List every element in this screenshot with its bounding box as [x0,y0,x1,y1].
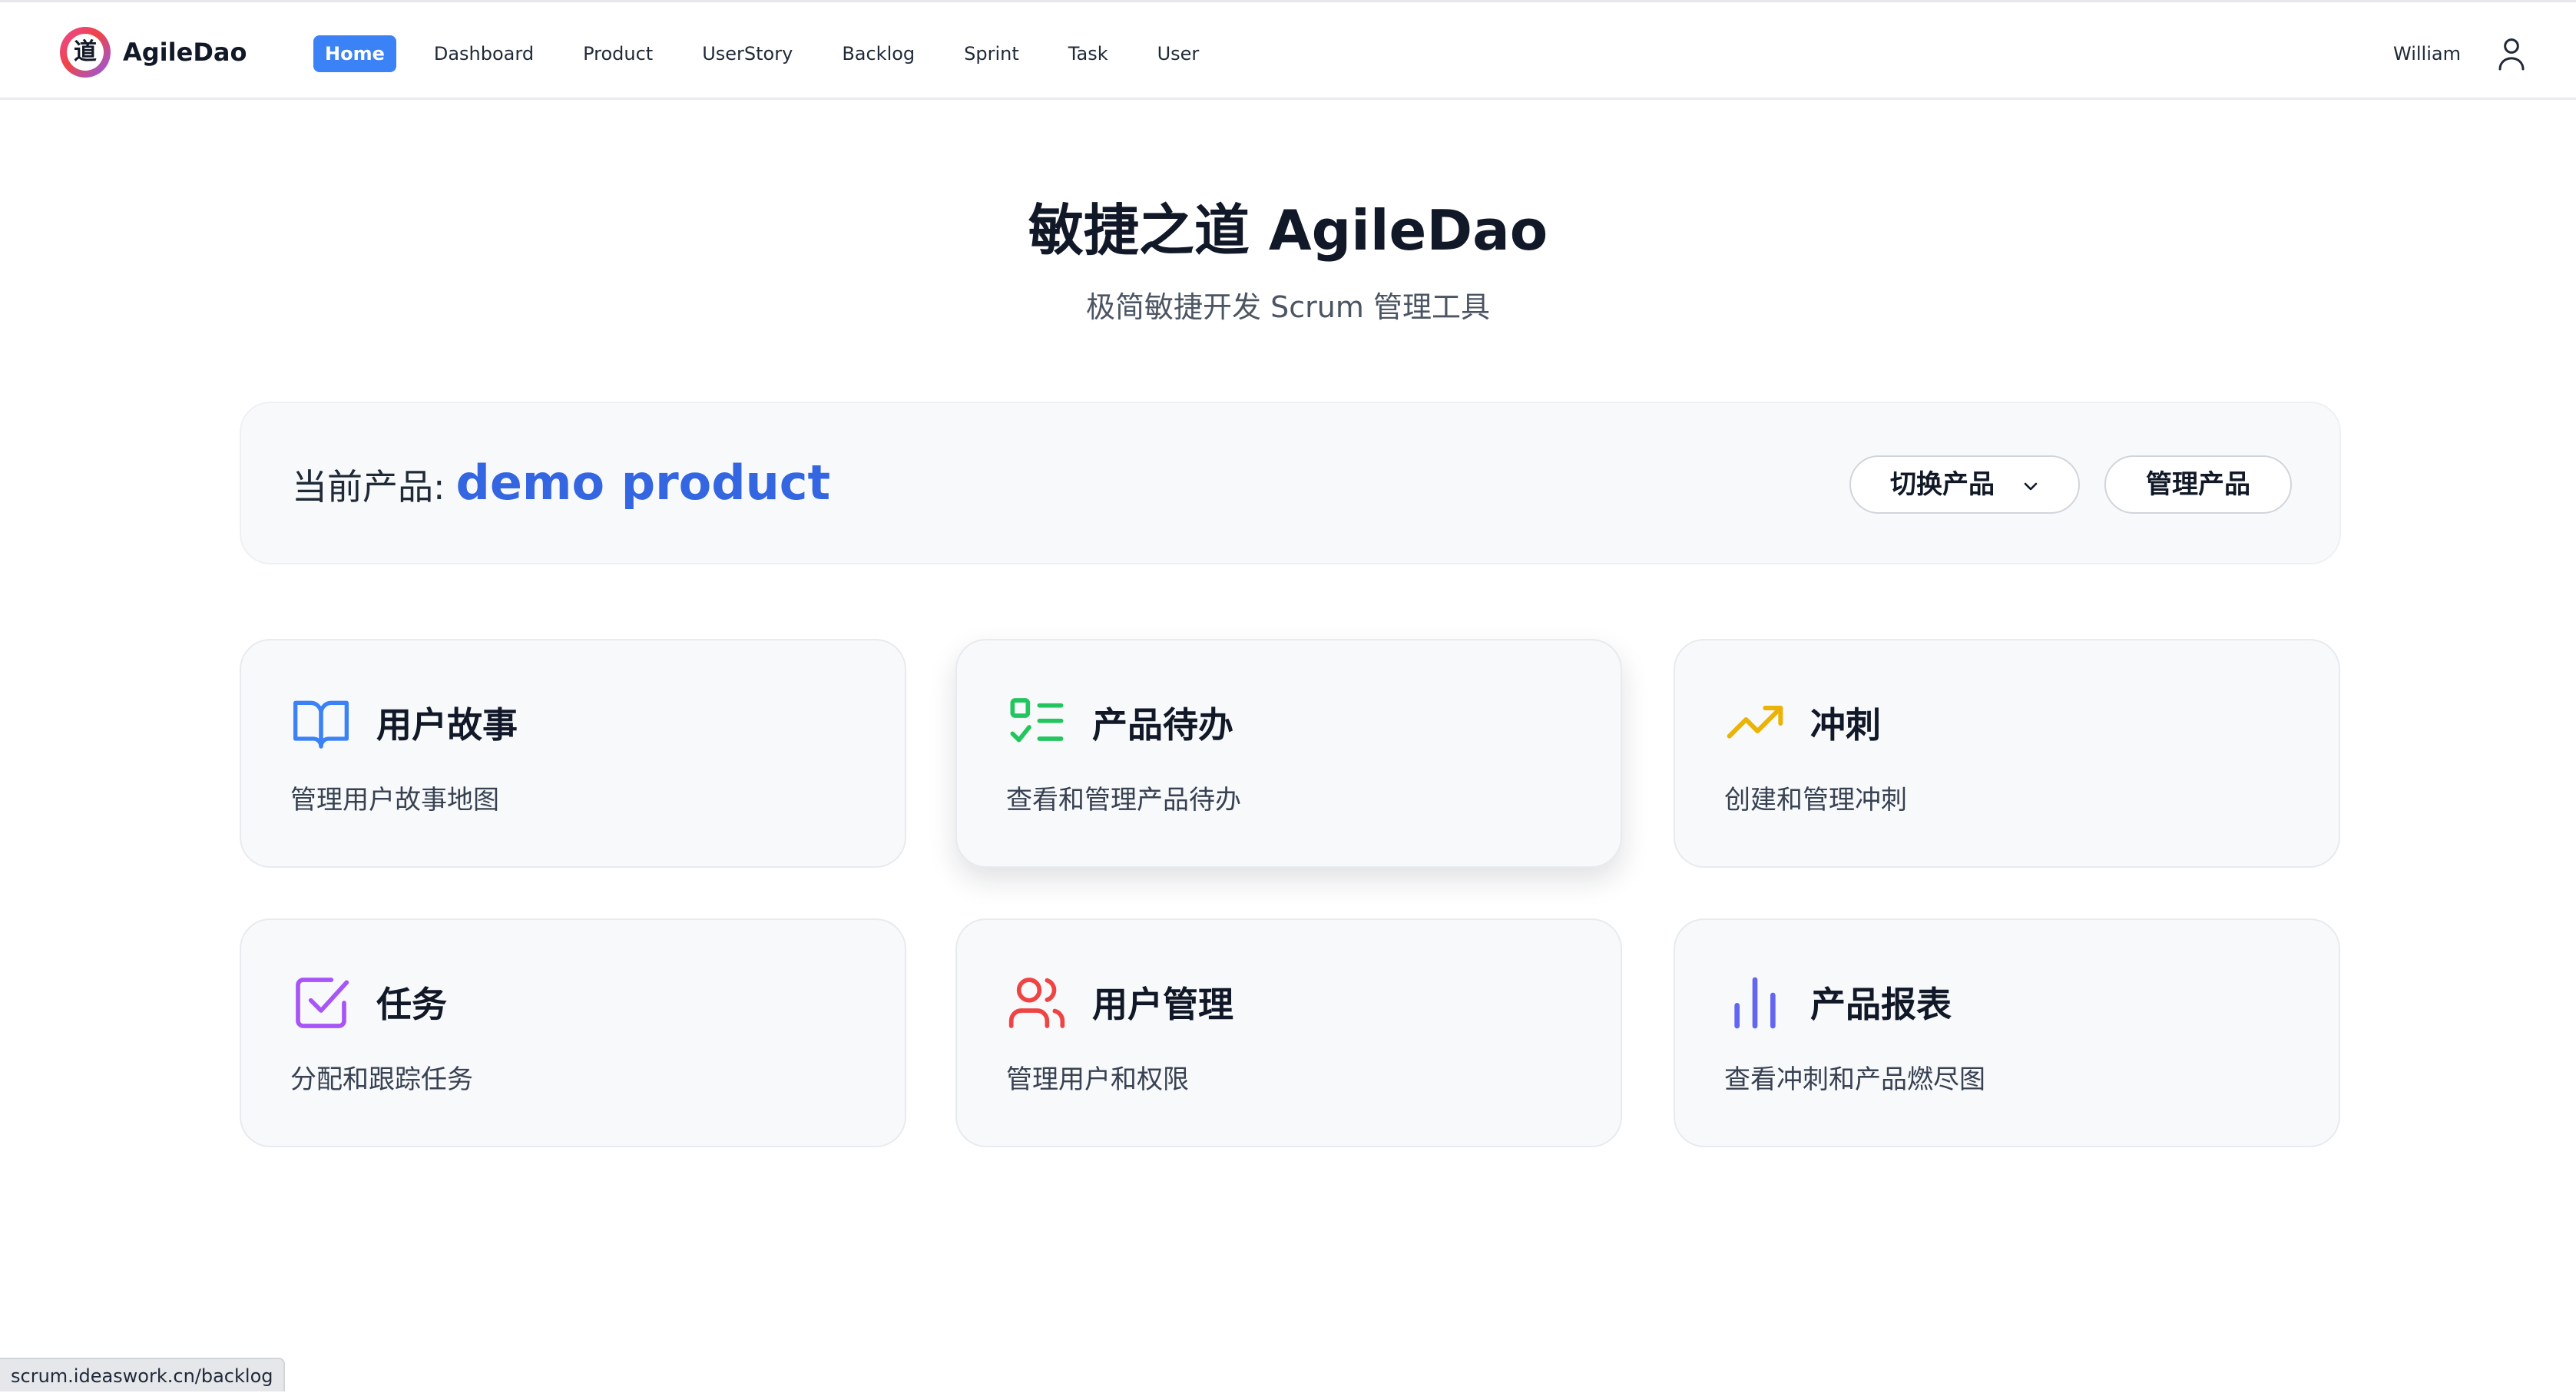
chevron-down-icon [2024,482,2038,491]
logo-icon[interactable]: 道 [60,27,111,78]
feature-card-title: 用户故事 [376,704,518,746]
current-product-heading: 当前产品: demo product [292,452,830,518]
feature-card-user-management[interactable]: 用户管理 管理用户和权限 [955,918,1622,1147]
feature-card-product-reports[interactable]: 产品报表 查看冲刺和产品燃尽图 [1674,918,2340,1147]
nav-item-home[interactable]: Home [313,35,396,72]
logo-glyph: 道 [67,34,104,71]
nav-item-task[interactable]: Task [1057,35,1120,72]
brand-name[interactable]: AgileDao [123,33,247,71]
current-product-panel: 当前产品: demo product 切换产品 管理产品 [240,402,2341,564]
feature-card-title: 产品报表 [1810,984,1952,1025]
nav-item-userstory[interactable]: UserStory [690,35,804,72]
bar-chart-icon [1734,977,1776,1029]
feature-card-tasks[interactable]: 任务 分配和跟踪任务 [240,918,906,1147]
feature-card-title: 产品待办 [1092,704,1233,746]
users-icon [1008,978,1065,1028]
switch-product-button[interactable]: 切换产品 [1849,455,2080,514]
switch-product-label: 切换产品 [1890,469,1995,500]
feature-card-title: 任务 [376,984,447,1025]
feature-card-description: 管理用户和权限 [1006,1064,1189,1095]
nav-item-product[interactable]: Product [571,35,664,72]
top-navbar: 道 AgileDao Home Dashboard Product UserSt… [0,0,2576,100]
feature-card-description: 查看冲刺和产品燃尽图 [1724,1064,1985,1095]
manage-product-button[interactable]: 管理产品 [2104,455,2292,514]
feature-card-description: 管理用户故事地图 [290,785,499,816]
trending-up-icon [1727,706,1783,739]
page-title: 敏捷之道 AgileDao [1028,198,1548,263]
feature-card-user-stories[interactable]: 用户故事 管理用户故事地图 [240,639,906,868]
feature-card-description: 分配和跟踪任务 [290,1064,473,1095]
check-square-icon [296,978,349,1028]
feature-card-title: 冲刺 [1810,704,1881,746]
current-product-name: demo product [455,455,831,511]
feature-card-description: 查看和管理产品待办 [1006,785,1241,816]
list-checks-icon [1010,698,1064,743]
feature-card-title: 用户管理 [1092,984,1233,1025]
main-nav: Home Dashboard Product UserStory Backlog… [313,35,1237,73]
user-icon[interactable] [2496,35,2527,73]
nav-item-backlog[interactable]: Backlog [830,35,926,72]
book-open-icon [293,700,349,749]
feature-card-description: 创建和管理冲刺 [1724,785,1907,816]
nav-item-user[interactable]: User [1146,35,1211,72]
status-bar-url: scrum.ideaswork.cn/backlog [0,1358,286,1391]
nav-item-sprint[interactable]: Sprint [952,35,1031,72]
page-subtitle: 极简敏捷开发 Scrum 管理工具 [1086,290,1490,324]
current-product-label: 当前产品: [292,466,445,508]
feature-card-product-backlog[interactable]: 产品待办 查看和管理产品待办 [955,639,1622,868]
nav-item-dashboard[interactable]: Dashboard [422,35,545,72]
feature-card-sprint[interactable]: 冲刺 创建和管理冲刺 [1674,639,2340,868]
user-name[interactable]: William [2393,35,2461,73]
